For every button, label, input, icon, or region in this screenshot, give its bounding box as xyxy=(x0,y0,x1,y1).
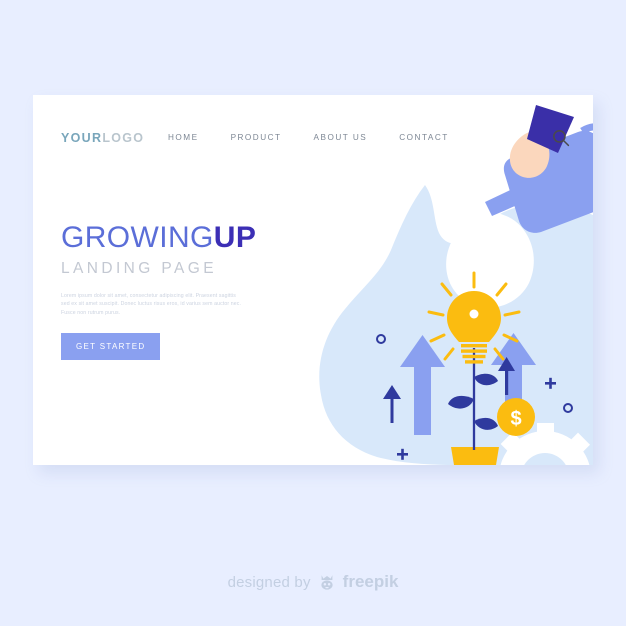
big-arrow-right xyxy=(491,333,536,422)
footer-designed-by-label: designed by xyxy=(227,573,311,591)
page-title: GROWINGUP xyxy=(61,223,311,253)
primary-navigation: HOME PRODUCT ABOUT US CONTACT xyxy=(168,133,449,142)
site-header: YOURLOGO HOME PRODUCT ABOUT US CONTACT xyxy=(33,95,593,157)
light-bulb-rays xyxy=(427,271,521,361)
hero-body-text: Lorem ipsum dolor sit amet, consectetur … xyxy=(61,293,242,316)
get-started-button[interactable]: GET STARTED xyxy=(61,333,161,361)
flower-pot xyxy=(451,447,499,465)
decorative-marks xyxy=(376,334,573,460)
gear-icon xyxy=(500,423,591,465)
logo-text-primary: YOUR xyxy=(61,131,103,145)
svg-text:$: $ xyxy=(510,408,521,430)
light-bulb-base xyxy=(461,344,487,364)
nav-item-contact[interactable]: CONTACT xyxy=(399,133,448,142)
headline-bold: UP xyxy=(213,221,257,254)
page-subtitle: LANDING PAGE xyxy=(61,260,217,277)
footer-attribution: designed by freepik xyxy=(0,572,626,592)
light-bulb-glass xyxy=(447,291,501,342)
nav-item-home[interactable]: HOME xyxy=(168,133,199,142)
search-icon[interactable] xyxy=(551,128,571,148)
big-arrow-left xyxy=(400,335,445,435)
nav-item-about-us[interactable]: ABOUT US xyxy=(314,133,368,142)
logo-text-secondary: LOGO xyxy=(102,131,145,145)
site-logo[interactable]: YOURLOGO xyxy=(61,131,144,145)
headline-regular: GROWING xyxy=(61,221,214,254)
landing-page-card: $ YOURLOGO HOME PRODUCT ABOUT US CONTACT… xyxy=(33,95,593,465)
gear-hole xyxy=(524,453,566,465)
plant-leaf-left-middle xyxy=(448,395,474,409)
blob-highlight xyxy=(446,212,534,308)
dollar-coin: $ xyxy=(497,398,535,436)
plant-leaf-right-upper xyxy=(474,373,498,386)
freepik-logo-icon xyxy=(321,575,333,590)
light-bulb-filament xyxy=(469,309,479,319)
plant-leaf-right-lower xyxy=(474,417,498,430)
nav-item-product[interactable]: PRODUCT xyxy=(231,133,282,142)
background-blob xyxy=(319,185,593,465)
gear-center-arrow xyxy=(498,357,515,395)
hero-text-block: GROWINGUP LANDING PAGE Lorem ipsum dolor… xyxy=(61,223,311,361)
small-arrow-left xyxy=(383,385,401,423)
footer-brand-name: freepik xyxy=(342,572,399,591)
